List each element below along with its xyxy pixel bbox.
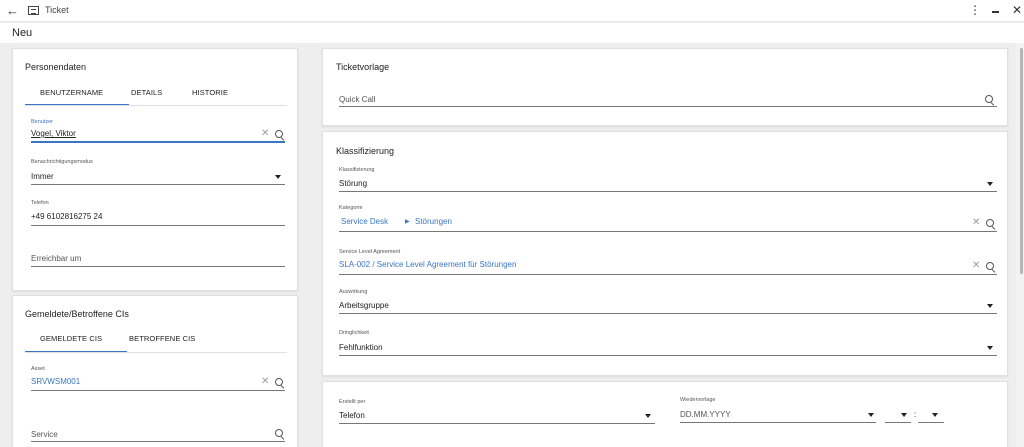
erstellt-per-label: Erstellt per (339, 399, 366, 405)
ticketvorlage-title: Ticketvorlage (336, 62, 390, 72)
asset-field[interactable]: SRVWSM001 (31, 377, 80, 386)
benutzer-underline (31, 141, 285, 143)
telefon-underline (31, 225, 285, 226)
benutzer-field[interactable]: Vogel, Viktor (31, 129, 76, 138)
more-vert-icon[interactable]: ⋮ (969, 3, 981, 17)
back-arrow-icon[interactable]: ← (6, 3, 19, 18)
service-field[interactable]: Service (31, 430, 58, 439)
tab-divider (25, 352, 287, 353)
kategorie-path-1[interactable]: Service Desk (341, 217, 388, 226)
minute-underline (918, 422, 944, 423)
kategorie-underline (339, 231, 997, 232)
wiedervorlage-date-underline (680, 422, 876, 423)
hour-dropdown-arrow-icon[interactable] (901, 413, 907, 417)
tab-benutzername[interactable]: BENUTZERNAME (40, 88, 103, 97)
tab-details[interactable]: DETAILS (131, 88, 162, 97)
close-icon[interactable]: ✕ (1012, 3, 1022, 17)
tab-gemeldete-cis[interactable]: GEMELDETE CIS (40, 334, 102, 343)
clear-icon[interactable]: ✕ (972, 218, 980, 228)
search-icon[interactable] (275, 378, 284, 387)
dropdown-arrow-icon[interactable] (645, 414, 651, 418)
benachrichtigung-select[interactable]: Immer (31, 172, 54, 181)
klassifizierung-card: Klassifizierung Klassifizierung Störung … (322, 131, 1008, 376)
ticketvorlage-card: Ticketvorlage Quick Call (322, 48, 1008, 126)
wiedervorlage-date-field[interactable]: DD.MM.YYYY (680, 410, 731, 419)
telefon-label: Telefon (31, 200, 49, 206)
page-header: Neu (0, 23, 1024, 43)
klassifizierung-select[interactable]: Störung (339, 179, 367, 188)
search-icon[interactable] (986, 219, 995, 228)
sla-field[interactable]: SLA-002 / Service Level Agreement für St… (339, 260, 516, 269)
chevron-right-icon: ▶ (405, 219, 410, 225)
dringlichkeit-underline (339, 355, 997, 356)
erreichbar-underline (31, 266, 285, 267)
search-icon[interactable] (275, 429, 284, 438)
kategorie-path-2[interactable]: Störungen (415, 217, 452, 226)
search-icon[interactable] (985, 95, 994, 104)
sla-underline (339, 274, 997, 275)
klassifizierung-title: Klassifizierung (336, 146, 395, 156)
clear-icon[interactable]: ✕ (261, 377, 269, 387)
dropdown-arrow-icon[interactable] (987, 182, 993, 186)
minimize-icon[interactable] (992, 11, 999, 13)
wiedervorlage-label: Wiedervorlage (680, 397, 716, 403)
sla-label: Service Level Agreement (339, 249, 401, 255)
scrollbar-thumb[interactable] (1020, 48, 1023, 274)
dringlichkeit-label: Dringlichkeit (339, 330, 369, 336)
search-icon[interactable] (275, 130, 284, 139)
erstellung-card: Erstellt per Telefon Wiedervorlage DD.MM… (322, 381, 1008, 447)
ticket-icon (28, 6, 39, 15)
dringlichkeit-select[interactable]: Fehlfunktion (339, 343, 383, 352)
dropdown-arrow-icon[interactable] (987, 304, 993, 308)
klassifizierung-underline (339, 191, 997, 192)
cis-title: Gemeldete/Betroffene CIs (25, 309, 129, 319)
dropdown-arrow-icon[interactable] (275, 175, 281, 179)
benachrichtigung-underline (31, 184, 285, 185)
personendaten-title: Personendaten (25, 62, 87, 72)
clear-icon[interactable]: ✕ (261, 129, 269, 139)
klassifizierung-label: Klassifizierung (339, 167, 375, 173)
cis-card: Gemeldete/Betroffene CIs GEMELDETE CIS B… (12, 295, 298, 447)
asset-underline (31, 390, 285, 391)
erreichbar-field[interactable]: Erreichbar um (31, 254, 81, 263)
dropdown-arrow-icon[interactable] (987, 346, 993, 350)
auswirkung-underline (339, 313, 997, 314)
time-separator: : (914, 410, 917, 419)
auswirkung-select[interactable]: Arbeitsgruppe (339, 301, 389, 310)
benachrichtigung-label: Benachrichtigungsmodus (31, 159, 93, 165)
window-titlebar: ← Ticket ⋮ ✕ (0, 0, 1024, 22)
tab-betroffene-cis[interactable]: BETROFFENE CIS (129, 334, 195, 343)
auswirkung-label: Auswirkung (339, 289, 368, 295)
erstellt-per-select[interactable]: Telefon (339, 411, 365, 420)
service-underline (31, 441, 285, 442)
tab-divider (25, 105, 287, 106)
benutzer-label: Benutzer (31, 119, 54, 125)
search-icon[interactable] (986, 262, 995, 271)
dropdown-arrow-icon[interactable] (868, 413, 874, 417)
asset-label: Asset (31, 366, 45, 372)
telefon-field[interactable]: +49 6102816275 24 (31, 212, 102, 221)
minute-dropdown-arrow-icon[interactable] (932, 413, 938, 417)
window-title: Ticket (45, 5, 69, 15)
tab-historie[interactable]: HISTORIE (192, 88, 228, 97)
page-title: Neu (12, 27, 33, 39)
hour-underline (885, 422, 911, 423)
personendaten-card: Personendaten BENUTZERNAME DETAILS HISTO… (12, 48, 298, 291)
kategorie-label: Kategorie (339, 205, 363, 211)
clear-icon[interactable]: ✕ (972, 261, 980, 271)
quick-call-underline (339, 106, 997, 107)
quick-call-field[interactable]: Quick Call (339, 95, 375, 104)
erstellt-per-underline (339, 423, 655, 424)
